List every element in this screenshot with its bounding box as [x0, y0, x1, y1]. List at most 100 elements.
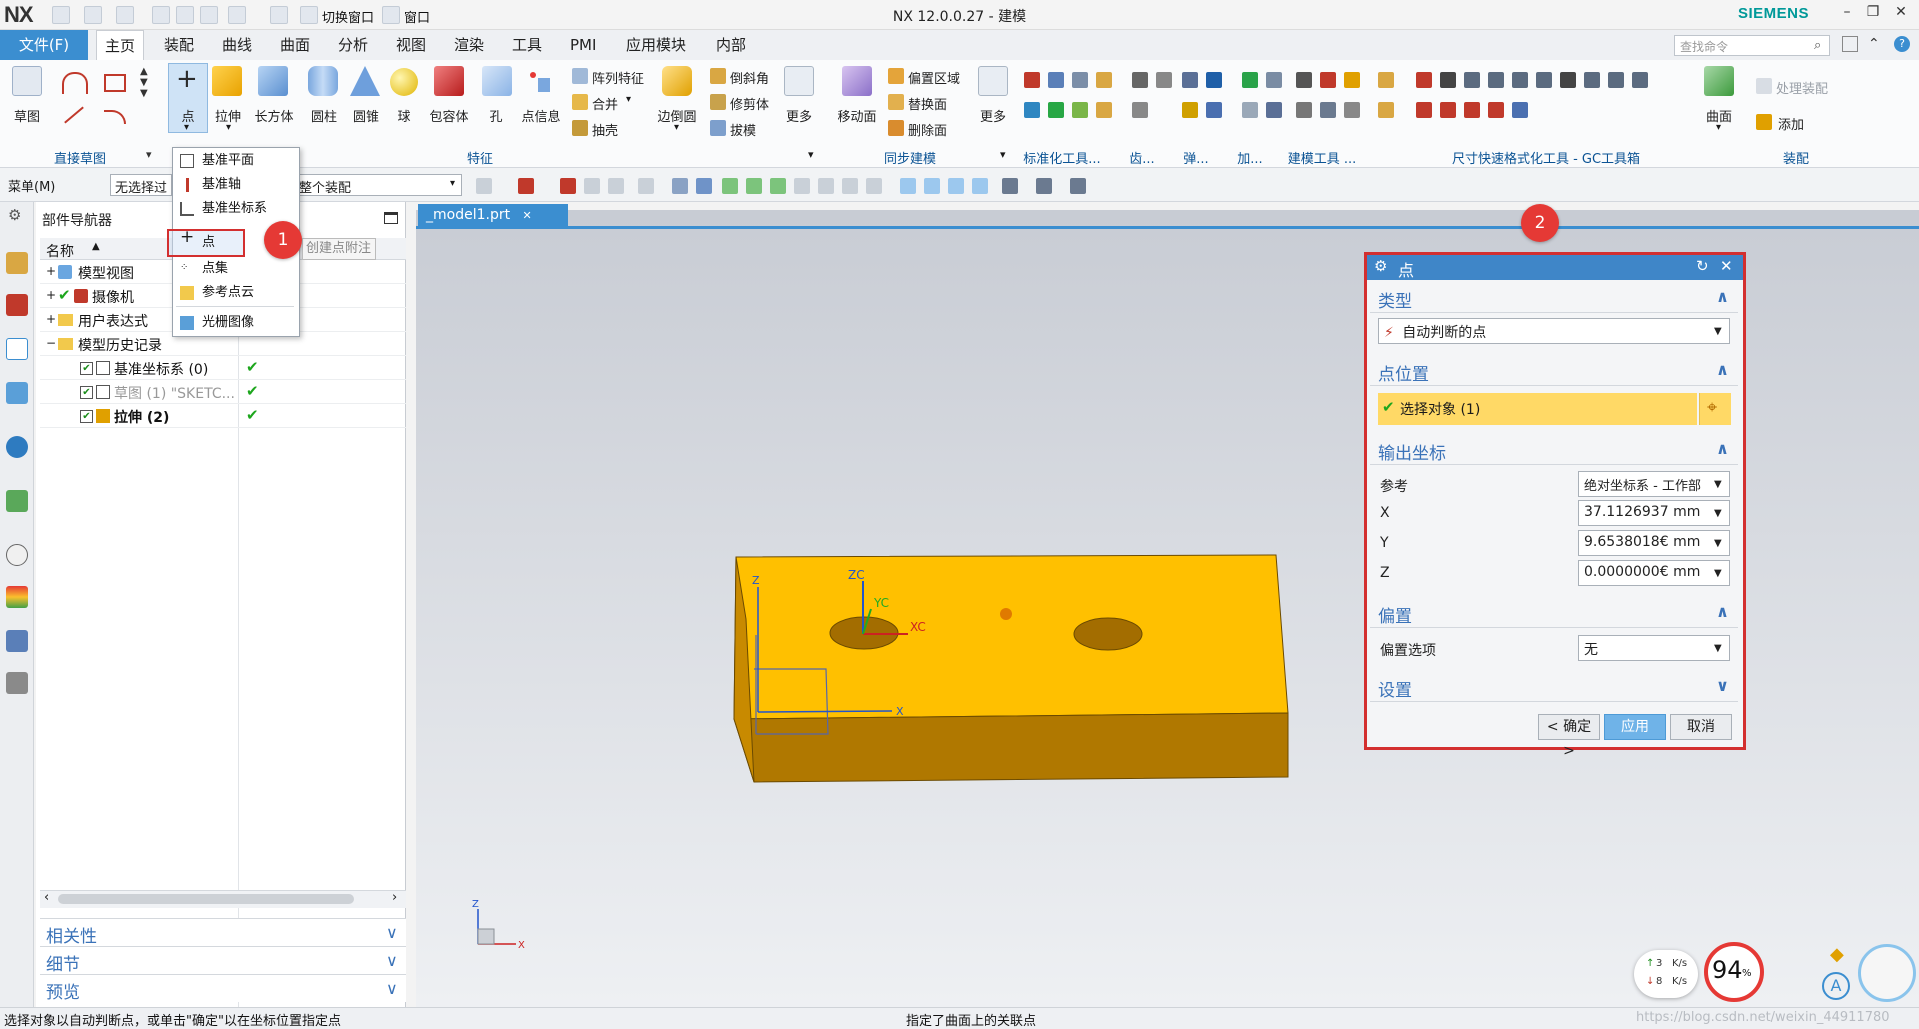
machining-tool-3-icon[interactable]	[1242, 102, 1258, 118]
menu-item-point-set[interactable]: 点集	[202, 258, 228, 280]
block-icon[interactable]	[258, 66, 288, 96]
replace-face-button[interactable]: 替换面	[908, 94, 947, 113]
dropdown-arrow-icon[interactable]: ▼	[1714, 508, 1722, 519]
close-tab-icon[interactable]: ✕	[523, 209, 532, 222]
minimize-icon[interactable]: –	[1835, 4, 1859, 26]
group-feature-menu-icon[interactable]: ▾	[808, 148, 814, 161]
modeling-tool-3-icon[interactable]	[1344, 72, 1360, 88]
dim-tool-15-icon[interactable]	[1512, 102, 1528, 118]
std-tool-6-icon[interactable]	[1048, 102, 1064, 118]
gear-tool-1-icon[interactable]	[1132, 72, 1148, 88]
expand-icon[interactable]: +	[46, 288, 56, 302]
bounding-body-icon[interactable]	[434, 66, 464, 96]
extrude-dropdown-icon[interactable]: ▾	[226, 122, 231, 133]
offset-region-icon[interactable]	[888, 68, 904, 84]
hole-icon[interactable]	[482, 66, 512, 96]
unite-button[interactable]: 合并	[592, 94, 618, 113]
part-navigator-icon[interactable]	[6, 338, 28, 360]
panel-details[interactable]: 细节 ∨	[40, 946, 406, 975]
point-info-icon[interactable]	[526, 68, 552, 94]
dim-tool-3-icon[interactable]	[1464, 72, 1480, 88]
tab-analysis[interactable]: 分析	[330, 30, 376, 60]
dialog-title-bar[interactable]	[1367, 255, 1743, 280]
dim-tool-5-icon[interactable]	[1512, 72, 1528, 88]
chevron-down-icon[interactable]: ∨	[386, 979, 398, 998]
replace-face-icon[interactable]	[888, 94, 904, 110]
document-tab[interactable]: _model1.prt ✕	[418, 204, 568, 228]
snap-17-icon[interactable]	[924, 178, 940, 194]
snap-9-icon[interactable]	[722, 178, 738, 194]
dropdown-arrow-icon[interactable]: ▼	[1714, 538, 1722, 549]
font-a-icon[interactable]: A	[1822, 972, 1850, 1000]
chevron-up-icon[interactable]: ∧	[1716, 360, 1729, 379]
modeling-tool-2-icon[interactable]	[1320, 72, 1336, 88]
scrollbar-thumb[interactable]	[58, 894, 354, 904]
pattern-feature-icon[interactable]	[572, 68, 588, 84]
std-tool-8-icon[interactable]	[1096, 102, 1112, 118]
diamond-icon[interactable]: ◆	[1830, 944, 1844, 965]
offset-region-button[interactable]: 偏置区域	[908, 68, 960, 87]
point-constructor-button[interactable]: ⌖	[1699, 393, 1731, 425]
tree-row[interactable]: ✔ 拉伸 (2) ✔	[40, 404, 406, 428]
mascot-avatar[interactable]	[1858, 944, 1916, 1002]
sort-ascending-icon[interactable]: ▲	[92, 241, 100, 252]
cone-icon[interactable]	[350, 66, 380, 96]
surface-icon[interactable]	[1704, 66, 1734, 96]
spring-tool-1-icon[interactable]	[1182, 72, 1198, 88]
modeling-tool-4-icon[interactable]	[1296, 102, 1312, 118]
dim-tool-10-icon[interactable]	[1632, 72, 1648, 88]
std-tool-3-icon[interactable]	[1072, 72, 1088, 88]
std-tool-1-icon[interactable]	[1024, 72, 1040, 88]
menu-item-reference-point-cloud[interactable]: 参考点云	[202, 282, 254, 304]
scope-dropdown-icon[interactable]: ▾	[450, 178, 455, 189]
snap-19-icon[interactable]	[972, 178, 988, 194]
dim-tool-11-icon[interactable]	[1416, 102, 1432, 118]
snap-15-icon[interactable]	[866, 178, 882, 194]
menu-item-datum-plane[interactable]: 基准平面	[202, 150, 254, 172]
selection-scope-select[interactable]: 整个装配	[294, 174, 462, 196]
tab-view[interactable]: 视图	[388, 30, 434, 60]
tab-applications[interactable]: 应用模块	[618, 30, 694, 60]
dropdown-arrow-icon[interactable]: ▼	[1714, 568, 1722, 579]
dropdown-arrow-icon[interactable]: ▼	[1714, 479, 1722, 490]
expand-icon[interactable]: +	[46, 264, 56, 278]
more-sync-icon[interactable]	[978, 66, 1008, 96]
x-coordinate-input[interactable]: 37.1126937 mm	[1578, 500, 1730, 526]
menu-item-raster-image[interactable]: 光栅图像	[202, 312, 254, 334]
delete-face-button[interactable]: 删除面	[908, 120, 947, 139]
collapse-ribbon-icon[interactable]: ⌃	[1868, 36, 1880, 52]
section-point-location[interactable]: 点位置 ∧	[1370, 356, 1738, 386]
resource-settings-icon[interactable]: ⚙	[8, 206, 21, 224]
panel-preview[interactable]: 预览 ∨	[40, 974, 406, 1003]
tab-render[interactable]: 渲染	[446, 30, 492, 60]
select-object-field[interactable]: ✔ 选择对象 (1)	[1378, 393, 1697, 425]
process-assembly-icon[interactable]	[1756, 78, 1772, 94]
add-component-icon[interactable]	[1756, 114, 1772, 130]
trim-body-icon[interactable]	[710, 94, 726, 110]
section-settings[interactable]: 设置 ∨	[1370, 672, 1738, 702]
spring-tool-4-icon[interactable]	[1206, 102, 1222, 118]
chevron-down-icon[interactable]: ∨	[386, 951, 398, 970]
cancel-button[interactable]: 取消	[1670, 714, 1732, 740]
dropdown-arrow-icon[interactable]: ▼	[1714, 643, 1722, 654]
dialog-close-icon[interactable]: ✕	[1720, 257, 1733, 275]
process-studio-icon[interactable]	[6, 630, 28, 652]
chevron-down-icon[interactable]: ∨	[386, 923, 398, 942]
snap-5-icon[interactable]	[608, 178, 624, 194]
tree-row[interactable]: ✔ 基准坐标系 (0) ✔	[40, 356, 406, 380]
move-face-icon[interactable]	[842, 66, 872, 96]
gear-tool-3-icon[interactable]	[1132, 102, 1148, 118]
delete-face-icon[interactable]	[888, 120, 904, 136]
tab-pmi[interactable]: PMI	[562, 30, 604, 60]
tab-assembly[interactable]: 装配	[156, 30, 202, 60]
snap-1-icon[interactable]	[476, 178, 492, 194]
point-dropdown-icon[interactable]: ▾	[184, 122, 189, 133]
dim-tool-13-icon[interactable]	[1464, 102, 1480, 118]
dim-tool-4-icon[interactable]	[1488, 72, 1504, 88]
unite-dropdown-icon[interactable]: ▾	[626, 94, 631, 105]
hd3d-tools-icon[interactable]	[6, 436, 28, 458]
z-coordinate-input[interactable]: 0.0000000€ mm	[1578, 560, 1730, 586]
process-assembly-button[interactable]: 处理装配	[1776, 78, 1828, 97]
apply-button[interactable]: 应用	[1604, 714, 1666, 740]
add-component-button[interactable]: 添加	[1778, 114, 1804, 133]
